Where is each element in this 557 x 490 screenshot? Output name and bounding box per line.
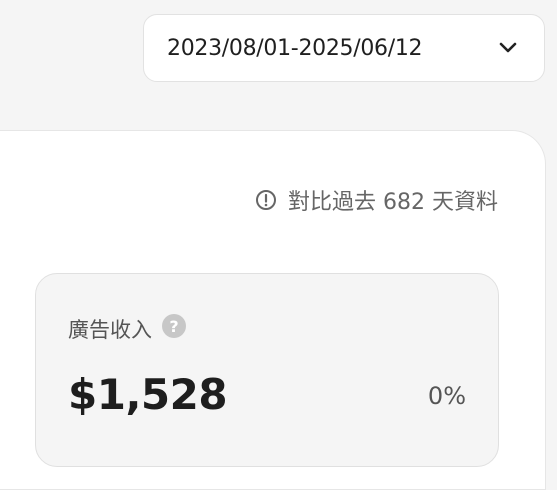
metric-value: $1,528 [68, 370, 228, 419]
chevron-down-icon [498, 38, 518, 58]
metric-label-row: 廣告收入 ? [68, 314, 186, 344]
ad-revenue-card: 廣告收入 ? $1,528 0% [35, 273, 499, 467]
comparison-note: 對比過去 682 天資料 [254, 184, 498, 216]
date-range-value: 2023/08/01-2025/06/12 [167, 35, 423, 61]
question-mark-icon[interactable]: ? [162, 314, 186, 338]
comparison-note-text: 對比過去 682 天資料 [288, 190, 498, 215]
analytics-panel: 對比過去 682 天資料 廣告收入 ? $1,528 0% [0, 130, 546, 490]
metric-change-percent: 0% [427, 382, 466, 410]
metric-label: 廣告收入 [68, 318, 152, 342]
info-icon [254, 188, 278, 212]
date-range-picker[interactable]: 2023/08/01-2025/06/12 [143, 14, 545, 82]
